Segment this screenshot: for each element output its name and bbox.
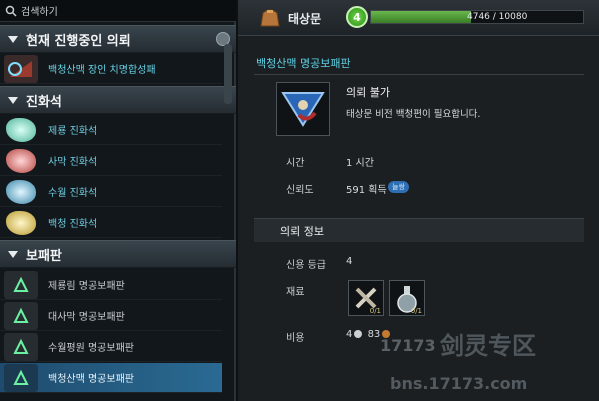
category-header-evolution-stone[interactable]: 진화석 <box>0 86 236 114</box>
quest-category-panel: 검색하기 현재 진행중인 의뢰 백청산맥 장인 치명합성패 진화석 제룡 진화석… <box>0 0 236 401</box>
quest-item-slot[interactable] <box>276 82 330 136</box>
item-label: 사막 진화석 <box>48 157 98 168</box>
search-field[interactable]: 검색하기 <box>0 0 236 22</box>
item-label: 백청산맥 장인 치명합성패 <box>48 65 156 76</box>
list-item[interactable]: 수월평원 명공보패판 <box>0 332 222 362</box>
reward-title: 의뢰 불가 <box>346 86 390 99</box>
watermark: 17173 剑灵专区 bns.17173.com <box>380 326 599 401</box>
material-label: 재료 <box>286 287 305 298</box>
silver-amount: 4 <box>346 329 353 340</box>
level-badge: 4 <box>346 6 368 28</box>
red-stone-icon <box>4 147 38 175</box>
watermark-text-1: 17173 <box>380 336 436 355</box>
list-item[interactable]: 대사막 명공보패판 <box>0 301 222 331</box>
vendor-bar: 태상문 4 4746 / 10080 <box>238 0 599 36</box>
list-item[interactable]: 제룡 진화석 <box>0 115 222 145</box>
quest-title: 백청산맥 명공보패판 <box>256 57 351 70</box>
list-item[interactable]: 제룡림 명공보패판 <box>0 270 222 300</box>
category-header-current[interactable]: 현재 진행중인 의뢰 <box>0 25 236 53</box>
trust-label: 신뢰도 <box>286 185 314 196</box>
list-item[interactable]: 백청 진화석 <box>0 208 222 238</box>
time-value: 1 시간 <box>346 158 374 169</box>
plate-icon <box>4 332 38 361</box>
divider <box>254 74 584 75</box>
material-slot[interactable]: 0/1 <box>348 280 384 316</box>
category-header-plate[interactable]: 보패판 <box>0 240 236 268</box>
gold-stone-icon <box>4 209 38 237</box>
plate-item-icon <box>281 92 325 127</box>
trust-value: 591 획득 <box>346 185 387 196</box>
reward-description: 태상문 비전 백청편이 필요합니다. <box>346 109 481 120</box>
item-icon <box>4 54 38 83</box>
plate-icon <box>4 363 38 392</box>
trust-badge: 늘쌍 <box>388 181 409 193</box>
xp-text: 4746 / 10080 <box>467 12 528 22</box>
blue-stone-icon <box>4 178 38 206</box>
category-label: 진화석 <box>26 94 62 110</box>
copper-amount: 83 <box>367 329 381 340</box>
material-count: 0/1 <box>410 307 422 315</box>
collapse-arrow-icon <box>8 250 18 258</box>
watermark-text-2: 剑灵专区 <box>440 332 536 360</box>
category-label: 보패판 <box>26 248 62 264</box>
item-label: 백청 진화석 <box>48 219 98 230</box>
category-label: 현재 진행중인 의뢰 <box>26 33 131 49</box>
collapse-arrow-icon <box>8 35 18 43</box>
scrollbar-thumb[interactable] <box>224 44 232 104</box>
cost-label: 비용 <box>286 333 305 344</box>
list-item-selected[interactable]: 백청산맥 명공보패판 <box>0 363 222 393</box>
search-icon <box>4 4 18 18</box>
grade-label: 신용 등급 <box>286 260 326 271</box>
time-label: 시간 <box>286 158 305 169</box>
material-slot[interactable]: 0/1 <box>389 280 425 316</box>
collapse-arrow-icon <box>8 96 18 104</box>
plate-icon <box>4 301 38 330</box>
bag-icon <box>260 9 280 27</box>
item-label: 백청산맥 명공보패판 <box>48 374 134 385</box>
watermark-text-3: bns.17173.com <box>390 374 528 393</box>
vendor-name: 태상문 <box>288 12 322 26</box>
search-label: 검색하기 <box>21 7 58 18</box>
section-header-quest-info: 의뢰 정보 <box>254 218 584 242</box>
material-count: 0/1 <box>369 307 381 315</box>
plate-icon <box>4 270 38 299</box>
grade-value: 4 <box>346 256 353 267</box>
xp-bar: 4746 / 10080 <box>370 10 584 24</box>
list-item[interactable]: 사막 진화석 <box>0 146 222 176</box>
list-item-current-quest[interactable]: 백청산맥 장인 치명합성패 <box>0 54 222 84</box>
xp-fill <box>371 11 471 23</box>
list-item[interactable]: 수월 진화석 <box>0 177 222 207</box>
item-label: 제룡림 명공보패판 <box>48 281 125 292</box>
jade-stone-icon <box>4 116 38 144</box>
item-label: 제룡 진화석 <box>48 126 98 137</box>
item-label: 수월평원 명공보패판 <box>48 343 134 354</box>
item-label: 수월 진화석 <box>48 188 98 199</box>
item-label: 대사막 명공보패판 <box>48 312 125 323</box>
silver-coin-icon <box>354 330 363 338</box>
